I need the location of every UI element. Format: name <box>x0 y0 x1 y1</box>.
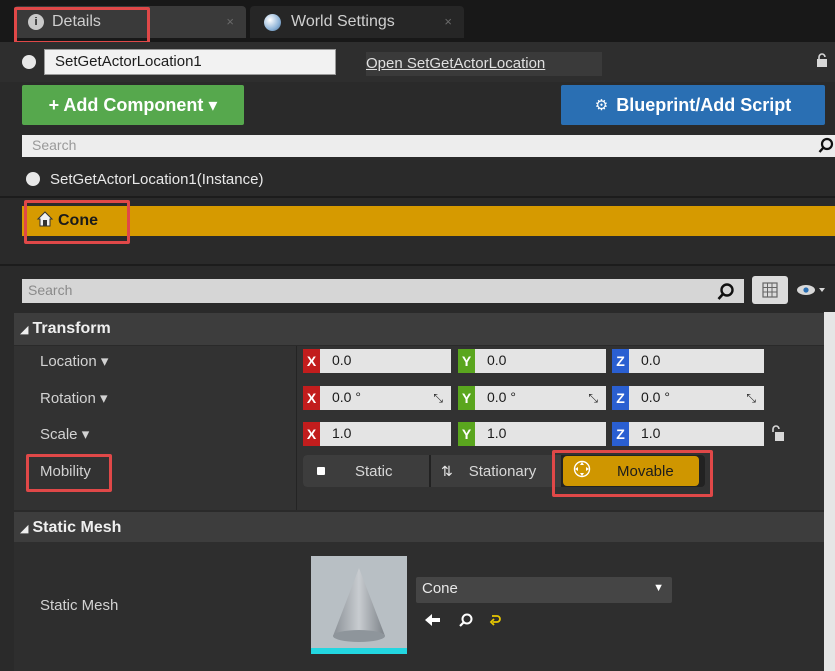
chevron-down-icon: ▼ <box>653 582 664 594</box>
z-axis-tag: Z <box>612 386 629 410</box>
static-mesh-value: Cone <box>422 580 458 597</box>
spin-arrows-icon[interactable]: ⤡ <box>588 391 598 406</box>
gears-icon: ⚙ <box>594 97 609 114</box>
rotation-x-text: 0.0 ° <box>332 389 361 405</box>
location-z-field[interactable]: Z 0.0 <box>612 349 764 373</box>
close-icon[interactable]: × <box>444 14 452 29</box>
use-selected-arrow-icon[interactable] <box>424 612 442 628</box>
rotation-x-value[interactable]: 0.0 ° ⤡ <box>320 386 451 410</box>
add-component-button[interactable]: + Add Component ▾ <box>22 85 244 125</box>
location-y-field[interactable]: Y 0.0 <box>458 349 606 373</box>
y-axis-tag: Y <box>458 422 475 446</box>
rotation-z-value[interactable]: 0.0 ° ⤡ <box>629 386 764 410</box>
scale-z-field[interactable]: Z 1.0 <box>612 422 764 446</box>
transform-section-header[interactable]: ◢ Transform <box>14 313 824 345</box>
rotation-z-text: 0.0 ° <box>641 389 670 405</box>
z-axis-tag: Z <box>612 349 629 373</box>
movable-label: Movable <box>617 462 674 480</box>
scene-component-icon <box>36 210 54 233</box>
location-x-field[interactable]: X 0.0 <box>303 349 451 373</box>
location-label[interactable]: Location ▾ <box>40 349 108 373</box>
tab-details[interactable]: i Details × <box>14 6 246 38</box>
actor-icon <box>22 55 36 69</box>
scrollbar[interactable] <box>824 312 835 671</box>
static-mesh-properties <box>14 542 824 671</box>
view-options-grid-icon[interactable] <box>752 276 788 304</box>
move-arrows-icon <box>573 460 591 482</box>
mobility-movable-option[interactable]: Movable <box>563 456 699 486</box>
static-mesh-combo[interactable]: Cone ▼ <box>416 577 672 603</box>
rotation-x-field[interactable]: X 0.0 ° ⤡ <box>303 386 451 410</box>
search-icon[interactable] <box>716 281 736 301</box>
x-axis-tag: X <box>303 386 320 410</box>
rotation-y-value[interactable]: 0.0 ° ⤡ <box>475 386 606 410</box>
spin-arrows-icon[interactable]: ⤡ <box>433 391 443 406</box>
scale-z-value[interactable]: 1.0 <box>629 422 764 446</box>
x-axis-tag: X <box>303 422 320 446</box>
reset-arrow-icon[interactable] <box>488 613 502 627</box>
cone-label: Cone <box>58 212 98 229</box>
column-divider <box>296 346 297 510</box>
rotation-label[interactable]: Rotation ▾ <box>40 386 108 410</box>
rotation-y-text: 0.0 ° <box>487 389 516 405</box>
globe-icon <box>264 13 281 31</box>
x-axis-tag: X <box>303 349 320 373</box>
stationary-label: Stationary <box>468 462 537 480</box>
component-cone-row[interactable]: Cone <box>22 206 835 236</box>
transform-title: Transform <box>32 320 111 337</box>
actor-icon <box>26 172 40 186</box>
rotation-y-field[interactable]: Y 0.0 ° ⤡ <box>458 386 606 410</box>
details-panel: i Details × World Settings × SetGetActor… <box>0 0 835 671</box>
open-blueprint-link[interactable]: Open SetGetActorLocation <box>366 52 602 76</box>
y-axis-tag: Y <box>458 386 475 410</box>
tab-world-settings-label: World Settings <box>291 13 395 30</box>
mobility-static-option[interactable]: Static <box>303 455 429 487</box>
static-icon <box>317 467 325 475</box>
instance-label: SetGetActorLocation1(Instance) <box>50 170 264 188</box>
spin-arrows-icon[interactable]: ⤡ <box>746 391 756 406</box>
static-label: Static <box>355 462 393 480</box>
info-icon: i <box>28 14 44 30</box>
mobility-stationary-option[interactable]: ⇅ Stationary <box>431 455 561 487</box>
scale-x-value[interactable]: 1.0 <box>320 422 451 446</box>
divider <box>0 196 835 198</box>
details-search-input[interactable]: Search <box>22 279 744 303</box>
static-mesh-title: Static Mesh <box>32 519 122 536</box>
component-search-input[interactable]: Search <box>22 135 835 157</box>
tab-world-settings[interactable]: World Settings × <box>250 6 464 38</box>
mobility-label: Mobility <box>40 462 91 480</box>
eye-icon[interactable] <box>792 276 828 304</box>
close-icon[interactable]: × <box>226 14 234 29</box>
static-mesh-section-header[interactable]: ◢ Static Mesh <box>14 512 824 544</box>
scale-y-field[interactable]: Y 1.0 <box>458 422 606 446</box>
location-x-value[interactable]: 0.0 <box>320 349 451 373</box>
component-instance-row[interactable]: SetGetActorLocation1(Instance) <box>22 167 812 191</box>
lock-icon[interactable] <box>816 53 828 67</box>
static-mesh-label: Static Mesh <box>40 596 119 614</box>
stationary-icon: ⇅ <box>441 462 453 479</box>
scale-label[interactable]: Scale ▾ <box>40 422 89 446</box>
blueprint-button-label: Blueprint/Add Script <box>616 94 792 115</box>
location-y-value[interactable]: 0.0 <box>475 349 606 373</box>
scale-y-value[interactable]: 1.0 <box>475 422 606 446</box>
z-axis-tag: Z <box>612 422 629 446</box>
collapse-arrow-icon: ◢ <box>20 522 29 535</box>
y-axis-tag: Y <box>458 349 475 373</box>
browse-search-icon[interactable] <box>458 612 474 628</box>
mesh-thumbnail-bar <box>311 648 407 654</box>
scale-x-field[interactable]: X 1.0 <box>303 422 451 446</box>
search-icon[interactable] <box>818 136 835 156</box>
blueprint-add-script-button[interactable]: ⚙ Blueprint/Add Script <box>561 85 825 125</box>
location-z-value[interactable]: 0.0 <box>629 349 764 373</box>
rotation-z-field[interactable]: Z 0.0 ° ⤡ <box>612 386 764 410</box>
divider <box>0 264 835 266</box>
collapse-arrow-icon: ◢ <box>20 323 29 336</box>
scale-lock-icon[interactable] <box>770 424 784 442</box>
tab-details-label: Details <box>52 13 101 30</box>
mesh-thumbnail[interactable] <box>311 556 407 648</box>
actor-name-field[interactable]: SetGetActorLocation1 <box>44 49 336 75</box>
